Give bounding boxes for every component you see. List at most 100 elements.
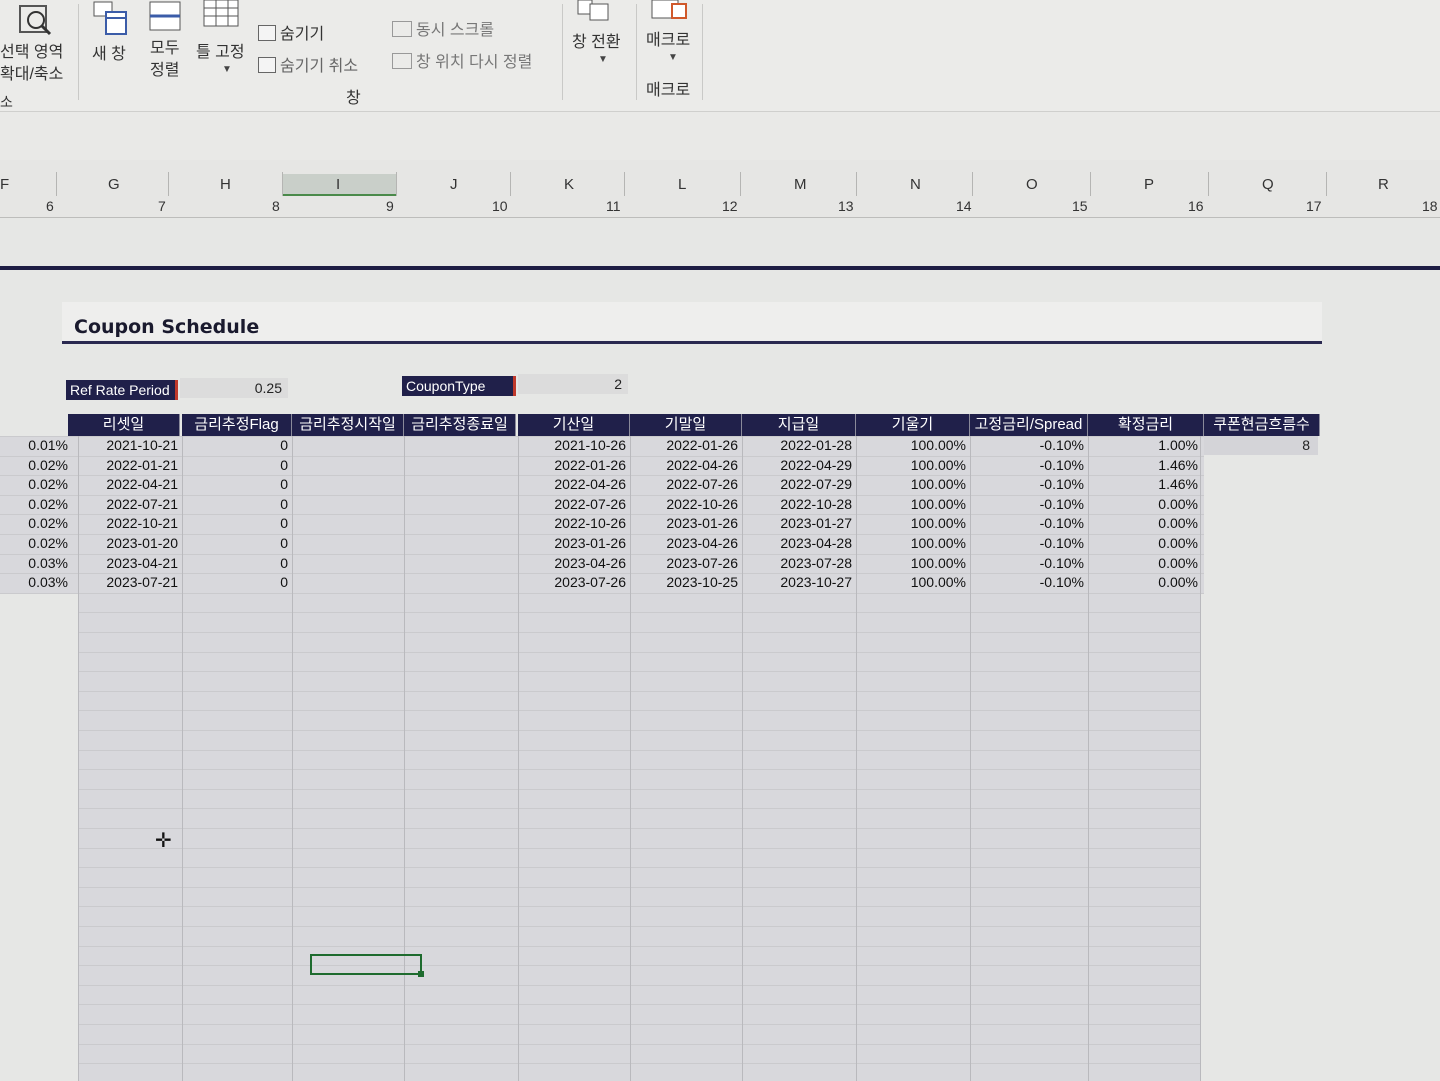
- accrual-start-cell[interactable]: 2022-07-26: [518, 495, 630, 515]
- flag-cell[interactable]: 0: [182, 436, 292, 456]
- fixed-rate-cell[interactable]: 1.00%: [1088, 436, 1202, 456]
- payment-date-cell[interactable]: 2022-04-29: [742, 456, 856, 476]
- payment-date-cell[interactable]: 2023-01-27: [742, 514, 856, 534]
- reset-date-cell[interactable]: 2022-04-21: [78, 475, 182, 495]
- slope-cell[interactable]: 100.00%: [856, 554, 970, 574]
- freeze-panes-button[interactable]: 틀 고정: [196, 38, 245, 62]
- column-letter-n[interactable]: N: [910, 176, 921, 193]
- spread-cell[interactable]: -0.10%: [970, 456, 1088, 476]
- macros-dropdown-icon[interactable]: ▼: [668, 52, 678, 63]
- column-letter-p[interactable]: P: [1144, 176, 1154, 193]
- column-divider[interactable]: [972, 172, 973, 196]
- flag-cell[interactable]: 0: [182, 534, 292, 554]
- new-window-button[interactable]: 새 창: [92, 40, 126, 64]
- fixed-rate-cell[interactable]: 0.00%: [1088, 514, 1202, 534]
- payment-date-cell[interactable]: 2023-07-28: [742, 554, 856, 574]
- accrual-end-cell[interactable]: 2023-10-25: [630, 573, 742, 593]
- zoom-selection-button[interactable]: 선택 영역 확대/축소: [0, 42, 63, 86]
- reference-rate-cell[interactable]: 0.02%: [0, 534, 72, 554]
- column-letter-q[interactable]: Q: [1262, 176, 1274, 193]
- slope-cell[interactable]: 100.00%: [856, 514, 970, 534]
- flag-cell[interactable]: 0: [182, 475, 292, 495]
- flag-cell[interactable]: 0: [182, 495, 292, 515]
- column-letter-g[interactable]: G: [108, 176, 120, 193]
- reference-rate-cell[interactable]: 0.02%: [0, 475, 72, 495]
- spread-cell[interactable]: -0.10%: [970, 534, 1088, 554]
- spread-cell[interactable]: -0.10%: [970, 475, 1088, 495]
- reference-rate-cell[interactable]: 0.01%: [0, 436, 72, 456]
- slope-cell[interactable]: 100.00%: [856, 495, 970, 515]
- payment-date-cell[interactable]: 2022-10-28: [742, 495, 856, 515]
- column-letter-m[interactable]: M: [794, 176, 807, 193]
- payment-date-cell[interactable]: 2023-04-28: [742, 534, 856, 554]
- accrual-start-cell[interactable]: 2023-01-26: [518, 534, 630, 554]
- accrual-start-cell[interactable]: 2021-10-26: [518, 436, 630, 456]
- flag-cell[interactable]: 0: [182, 456, 292, 476]
- hide-button[interactable]: 숨기기: [258, 20, 324, 44]
- worksheet[interactable]: Coupon Schedule Ref Rate Period 0.25 Cou…: [0, 218, 1440, 1081]
- column-divider[interactable]: [624, 172, 625, 196]
- reset-date-cell[interactable]: 2022-01-21: [78, 456, 182, 476]
- unhide-button[interactable]: 숨기기 취소: [258, 52, 358, 76]
- slope-cell[interactable]: 100.00%: [856, 456, 970, 476]
- column-letter-k[interactable]: K: [564, 176, 574, 193]
- reset-date-cell[interactable]: 2022-07-21: [78, 495, 182, 515]
- accrual-start-cell[interactable]: 2022-04-26: [518, 475, 630, 495]
- reset-date-cell[interactable]: 2023-07-21: [78, 573, 182, 593]
- accrual-end-cell[interactable]: 2023-01-26: [630, 514, 742, 534]
- column-divider[interactable]: [396, 172, 397, 196]
- accrual-start-cell[interactable]: 2023-04-26: [518, 554, 630, 574]
- switch-windows-button[interactable]: 창 전환: [572, 28, 621, 52]
- accrual-end-cell[interactable]: 2022-07-26: [630, 475, 742, 495]
- column-divider[interactable]: [856, 172, 857, 196]
- column-letter-f[interactable]: F: [0, 176, 9, 193]
- reset-date-cell[interactable]: 2022-10-21: [78, 514, 182, 534]
- freeze-panes-dropdown-icon[interactable]: ▼: [222, 64, 232, 75]
- spread-cell[interactable]: -0.10%: [970, 554, 1088, 574]
- reference-rate-cell[interactable]: 0.03%: [0, 554, 72, 574]
- flag-cell[interactable]: 0: [182, 514, 292, 534]
- column-letter-h[interactable]: H: [220, 176, 231, 193]
- column-divider[interactable]: [168, 172, 169, 196]
- column-divider[interactable]: [1090, 172, 1091, 196]
- accrual-end-cell[interactable]: 2023-07-26: [630, 554, 742, 574]
- ref-rate-period-value[interactable]: 0.25: [180, 378, 288, 398]
- payment-date-cell[interactable]: 2022-01-28: [742, 436, 856, 456]
- payment-date-cell[interactable]: 2022-07-29: [742, 475, 856, 495]
- accrual-start-cell[interactable]: 2022-10-26: [518, 514, 630, 534]
- fixed-rate-cell[interactable]: 0.00%: [1088, 554, 1202, 574]
- column-divider[interactable]: [56, 172, 57, 196]
- spread-cell[interactable]: -0.10%: [970, 514, 1088, 534]
- cashflow-count-value[interactable]: 8: [1204, 436, 1318, 455]
- spread-cell[interactable]: -0.10%: [970, 495, 1088, 515]
- column-letter-o[interactable]: O: [1026, 176, 1038, 193]
- slope-cell[interactable]: 100.00%: [856, 436, 970, 456]
- flag-cell[interactable]: 0: [182, 554, 292, 574]
- sync-scroll-button[interactable]: 동시 스크롤: [392, 16, 494, 40]
- column-letter-i[interactable]: I: [336, 176, 340, 193]
- switch-windows-dropdown-icon[interactable]: ▼: [598, 54, 608, 65]
- reset-date-cell[interactable]: 2021-10-21: [78, 436, 182, 456]
- accrual-end-cell[interactable]: 2022-10-26: [630, 495, 742, 515]
- fixed-rate-cell[interactable]: 0.00%: [1088, 573, 1202, 593]
- slope-cell[interactable]: 100.00%: [856, 475, 970, 495]
- fixed-rate-cell[interactable]: 1.46%: [1088, 456, 1202, 476]
- reference-rate-cell[interactable]: 0.02%: [0, 514, 72, 534]
- spread-cell[interactable]: -0.10%: [970, 436, 1088, 456]
- payment-date-cell[interactable]: 2023-10-27: [742, 573, 856, 593]
- spread-cell[interactable]: -0.10%: [970, 573, 1088, 593]
- column-letter-j[interactable]: J: [450, 176, 458, 193]
- column-divider[interactable]: [740, 172, 741, 196]
- column-divider[interactable]: [1326, 172, 1327, 196]
- reset-window-position-button[interactable]: 창 위치 다시 정렬: [392, 48, 532, 72]
- slope-cell[interactable]: 100.00%: [856, 534, 970, 554]
- fixed-rate-cell[interactable]: 0.00%: [1088, 534, 1202, 554]
- column-divider[interactable]: [1208, 172, 1209, 196]
- reference-rate-cell[interactable]: 0.02%: [0, 495, 72, 515]
- active-cell[interactable]: [310, 954, 424, 977]
- accrual-start-cell[interactable]: 2022-01-26: [518, 456, 630, 476]
- reset-date-cell[interactable]: 2023-04-21: [78, 554, 182, 574]
- macros-button[interactable]: 매크로: [646, 26, 690, 50]
- column-divider[interactable]: [510, 172, 511, 196]
- accrual-end-cell[interactable]: 2022-01-26: [630, 436, 742, 456]
